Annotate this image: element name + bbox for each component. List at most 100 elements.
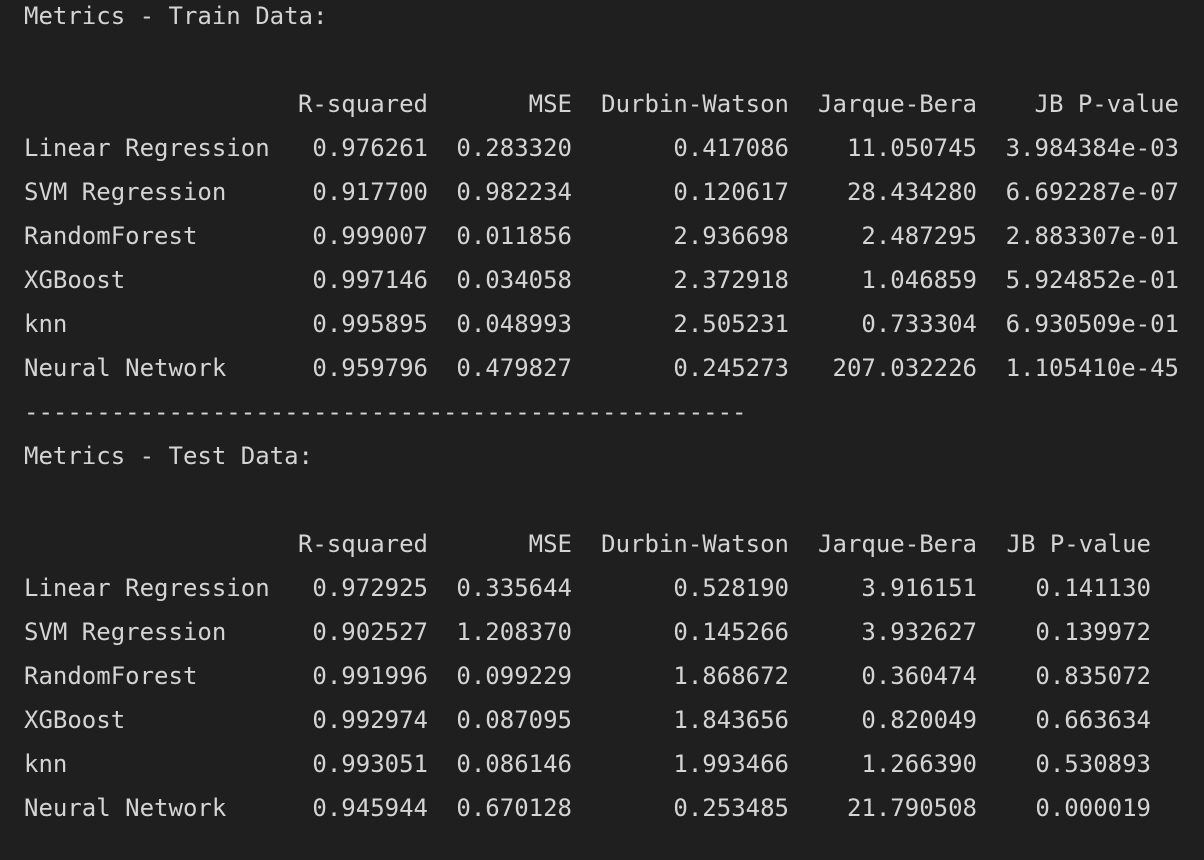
mse-value: 0.479827 bbox=[456, 354, 572, 382]
jarque-bera-value: 3.916151 bbox=[861, 574, 977, 602]
console-output: Metrics - Train Data: R-squared MSE Durb… bbox=[24, 0, 1204, 836]
table-row: SVM Regression 0.917700 0.982234 0.12061… bbox=[24, 176, 1204, 220]
jb-p-value: 2.883307e-01 bbox=[1005, 222, 1179, 250]
table-row: RandomForest 0.999007 0.011856 2.936698 … bbox=[24, 220, 1204, 264]
header-mse: MSE bbox=[528, 90, 572, 118]
header-mse: MSE bbox=[528, 530, 572, 558]
jarque-bera-value: 1.266390 bbox=[861, 750, 977, 778]
r-squared-value: 0.999007 bbox=[312, 222, 428, 250]
mse-value: 0.982234 bbox=[456, 178, 572, 206]
header-jarque-bera: Jarque-Bera bbox=[818, 530, 977, 558]
durbin-watson-value: 1.868672 bbox=[673, 662, 789, 690]
table-row: SVM Regression 0.902527 1.208370 0.14526… bbox=[24, 616, 1204, 660]
jarque-bera-value: 1.046859 bbox=[861, 266, 977, 294]
header-r-squared: R-squared bbox=[297, 90, 428, 118]
r-squared-value: 0.991996 bbox=[312, 662, 428, 690]
durbin-watson-value: 1.843656 bbox=[673, 706, 789, 734]
table-row: XGBoost 0.992974 0.087095 1.843656 0.820… bbox=[24, 704, 1204, 748]
durbin-watson-value: 2.372918 bbox=[673, 266, 789, 294]
model-name: knn bbox=[24, 310, 68, 338]
r-squared-value: 0.993051 bbox=[312, 750, 428, 778]
mse-value: 0.034058 bbox=[456, 266, 572, 294]
durbin-watson-value: 0.245273 bbox=[673, 354, 789, 382]
table-row: Neural Network 0.945944 0.670128 0.25348… bbox=[24, 792, 1204, 836]
jb-p-value: 0.663634 bbox=[1035, 706, 1151, 734]
train-metrics-title: Metrics - Train Data: bbox=[24, 2, 328, 30]
jarque-bera-value: 21.790508 bbox=[846, 794, 977, 822]
durbin-watson-value: 0.417086 bbox=[673, 134, 789, 162]
model-name: Neural Network bbox=[24, 794, 227, 822]
jb-p-value: 1.105410e-45 bbox=[1005, 354, 1179, 382]
jb-p-value: 6.930509e-01 bbox=[1005, 310, 1179, 338]
mse-value: 0.086146 bbox=[456, 750, 572, 778]
jarque-bera-value: 0.820049 bbox=[861, 706, 977, 734]
r-squared-value: 0.902527 bbox=[312, 618, 428, 646]
model-name: knn bbox=[24, 750, 68, 778]
mse-value: 0.099229 bbox=[456, 662, 572, 690]
jb-p-value: 5.924852e-01 bbox=[1005, 266, 1179, 294]
jb-p-value: 6.692287e-07 bbox=[1005, 178, 1179, 206]
r-squared-value: 0.972925 bbox=[312, 574, 428, 602]
durbin-watson-value: 0.145266 bbox=[673, 618, 789, 646]
jarque-bera-value: 0.733304 bbox=[861, 310, 977, 338]
durbin-watson-value: 0.528190 bbox=[673, 574, 789, 602]
model-name: Neural Network bbox=[24, 354, 227, 382]
mse-value: 0.011856 bbox=[456, 222, 572, 250]
jb-p-value: 0.000019 bbox=[1035, 794, 1151, 822]
table-row: Linear Regression 0.976261 0.283320 0.41… bbox=[24, 132, 1204, 176]
r-squared-value: 0.992974 bbox=[312, 706, 428, 734]
r-squared-value: 0.976261 bbox=[312, 134, 428, 162]
durbin-watson-value: 2.936698 bbox=[673, 222, 789, 250]
jb-p-value: 0.530893 bbox=[1035, 750, 1151, 778]
model-name: Linear Regression bbox=[24, 134, 270, 162]
header-jarque-bera: Jarque-Bera bbox=[818, 90, 977, 118]
durbin-watson-value: 0.253485 bbox=[673, 794, 789, 822]
jarque-bera-value: 207.032226 bbox=[832, 354, 978, 382]
jb-p-value: 0.141130 bbox=[1035, 574, 1151, 602]
model-name: RandomForest bbox=[24, 222, 198, 250]
header-jb-p-value: JB P-value bbox=[1034, 90, 1180, 118]
durbin-watson-value: 0.120617 bbox=[673, 178, 789, 206]
mse-value: 0.048993 bbox=[456, 310, 572, 338]
mse-value: 1.208370 bbox=[456, 618, 572, 646]
model-name: SVM Regression bbox=[24, 618, 227, 646]
header-r-squared: R-squared bbox=[297, 530, 428, 558]
separator-line: ----------------------------------------… bbox=[24, 398, 747, 426]
header-durbin-watson: Durbin-Watson bbox=[601, 90, 789, 118]
jarque-bera-value: 28.434280 bbox=[846, 178, 977, 206]
table-row: Neural Network 0.959796 0.479827 0.24527… bbox=[24, 352, 1204, 396]
table-row: XGBoost 0.997146 0.034058 2.372918 1.046… bbox=[24, 264, 1204, 308]
model-name: Linear Regression bbox=[24, 574, 270, 602]
table-row: RandomForest 0.991996 0.099229 1.868672 … bbox=[24, 660, 1204, 704]
jarque-bera-value: 2.487295 bbox=[861, 222, 977, 250]
jarque-bera-value: 3.932627 bbox=[861, 618, 977, 646]
mse-value: 0.670128 bbox=[456, 794, 572, 822]
table-row: knn 0.995895 0.048993 2.505231 0.733304 … bbox=[24, 308, 1204, 352]
r-squared-value: 0.995895 bbox=[312, 310, 428, 338]
durbin-watson-value: 2.505231 bbox=[673, 310, 789, 338]
mse-value: 0.087095 bbox=[456, 706, 572, 734]
r-squared-value: 0.959796 bbox=[312, 354, 428, 382]
table-row: Linear Regression 0.972925 0.335644 0.52… bbox=[24, 572, 1204, 616]
r-squared-value: 0.917700 bbox=[312, 178, 428, 206]
jb-p-value: 0.139972 bbox=[1035, 618, 1151, 646]
durbin-watson-value: 1.993466 bbox=[673, 750, 789, 778]
jb-p-value: 0.835072 bbox=[1035, 662, 1151, 690]
header-durbin-watson: Durbin-Watson bbox=[601, 530, 789, 558]
mse-value: 0.335644 bbox=[456, 574, 572, 602]
header-jb-p-value: JB P-value bbox=[1006, 530, 1152, 558]
test-header-row: R-squared MSE Durbin-Watson Jarque-Bera … bbox=[24, 528, 1204, 572]
jarque-bera-value: 0.360474 bbox=[861, 662, 977, 690]
model-name: XGBoost bbox=[24, 266, 126, 294]
model-name: RandomForest bbox=[24, 662, 198, 690]
r-squared-value: 0.945944 bbox=[312, 794, 428, 822]
train-header-row: R-squared MSE Durbin-Watson Jarque-Bera … bbox=[24, 88, 1204, 132]
mse-value: 0.283320 bbox=[456, 134, 572, 162]
test-metrics-title: Metrics - Test Data: bbox=[24, 442, 313, 470]
r-squared-value: 0.997146 bbox=[312, 266, 428, 294]
table-row: knn 0.993051 0.086146 1.993466 1.266390 … bbox=[24, 748, 1204, 792]
model-name: XGBoost bbox=[24, 706, 126, 734]
jarque-bera-value: 11.050745 bbox=[846, 134, 977, 162]
